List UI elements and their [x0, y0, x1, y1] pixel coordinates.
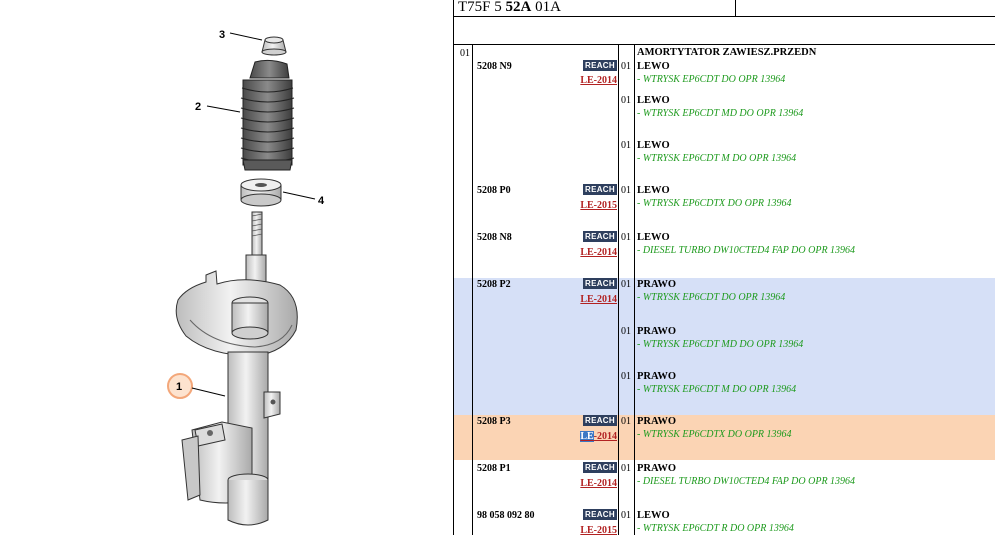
quantity: 01 [621, 371, 631, 382]
le-link[interactable]: LE-2014 [577, 75, 617, 86]
col-divider [618, 45, 619, 535]
le-link[interactable]: LE-2015 [577, 200, 617, 211]
condition-text: - WTRYSK EP6CDTX DO OPR 13964 [637, 198, 792, 209]
callout-2: 2 [195, 101, 201, 113]
le-link[interactable]: LE-2014 [577, 431, 617, 442]
side-label: PRAWO [637, 463, 677, 474]
parts-table: 01 AMORTYTATOR ZAWIESZ.PRZEDN 5208 N9 RE… [454, 45, 995, 536]
ref-bold: 52A [505, 0, 532, 15]
side-label: PRAWO [637, 416, 677, 427]
condition-text: - WTRYSK EP6CDT MD DO OPR 13964 [637, 108, 804, 119]
top-nut-part[interactable] [261, 36, 287, 56]
part-number[interactable]: 98 058 092 80 [477, 510, 535, 521]
ref-prefix: T75F 5 [458, 0, 502, 15]
quantity: 01 [621, 510, 631, 521]
condition-text: - WTRYSK EP6CDT R DO OPR 13964 [637, 523, 794, 534]
part-number[interactable]: 5208 P0 [477, 185, 511, 196]
reach-badge[interactable]: REACH [583, 462, 617, 473]
callout-leader-2 [206, 105, 241, 113]
le-link[interactable]: LE-2014 [577, 294, 617, 305]
col-divider [472, 45, 473, 535]
group-number: 01 [460, 48, 470, 59]
shock-absorber-part[interactable] [175, 211, 298, 526]
part-number[interactable]: 5208 P2 [477, 279, 511, 290]
quantity: 01 [621, 232, 631, 243]
reach-badge[interactable]: REACH [583, 509, 617, 520]
quantity: 01 [621, 463, 631, 474]
part-number[interactable]: 5208 P3 [477, 416, 511, 427]
part-number[interactable]: 5208 N8 [477, 232, 512, 243]
side-label: LEWO [637, 185, 670, 196]
le-link[interactable]: LE-2015 [577, 525, 617, 536]
side-label: PRAWO [637, 371, 677, 382]
quantity: 01 [621, 95, 631, 106]
parts-panel: T75F 5 52A 01A 01 AMORTYTATOR ZAWIESZ.PR… [453, 0, 995, 536]
side-label: LEWO [637, 140, 670, 151]
callout-1: 1 [176, 381, 182, 393]
reference-code: T75F 5 52A 01A [458, 0, 561, 16]
side-label: LEWO [637, 232, 670, 243]
quantity: 01 [621, 279, 631, 290]
le-link[interactable]: LE-2014 [577, 247, 617, 258]
parts-diagram: 3 2 4 1 [167, 29, 325, 526]
reach-badge[interactable]: REACH [583, 184, 617, 195]
condition-text: - WTRYSK EP6CDT M DO OPR 13964 [637, 384, 797, 395]
side-label: LEWO [637, 61, 670, 72]
bump-stop-part[interactable] [240, 178, 282, 207]
part-number[interactable]: 5208 P1 [477, 463, 511, 474]
ref-suffix: 01A [535, 0, 561, 15]
le-rest-text[interactable]: -2014 [594, 431, 617, 442]
col-divider [634, 45, 635, 535]
quantity: 01 [621, 416, 631, 427]
callout-leader-3 [229, 32, 263, 41]
dust-boot-part[interactable] [240, 59, 295, 171]
reach-badge[interactable]: REACH [583, 231, 617, 242]
callout-3: 3 [219, 29, 225, 41]
condition-text: - WTRYSK EP6CDT MD DO OPR 13964 [637, 339, 804, 350]
quantity: 01 [621, 185, 631, 196]
side-label: LEWO [637, 95, 670, 106]
callout-4: 4 [318, 195, 325, 207]
condition-text: - WTRYSK EP6CDTX DO OPR 13964 [637, 429, 792, 440]
le-selected-text[interactable]: LE [580, 431, 594, 442]
condition-text: - WTRYSK EP6CDT DO OPR 13964 [637, 292, 786, 303]
side-label: LEWO [637, 510, 670, 521]
side-label: PRAWO [637, 279, 677, 290]
condition-text: - DIESEL TURBO DW10CTED4 FAP DO OPR 1396… [637, 245, 856, 256]
quantity: 01 [621, 140, 631, 151]
quantity: 01 [621, 326, 631, 337]
condition-text: - DIESEL TURBO DW10CTED4 FAP DO OPR 1396… [637, 476, 856, 487]
reach-badge[interactable]: REACH [583, 415, 617, 426]
group-title: AMORTYTATOR ZAWIESZ.PRZEDN [637, 47, 817, 58]
condition-text: - WTRYSK EP6CDT DO OPR 13964 [637, 74, 786, 85]
header-divider [735, 0, 736, 16]
quantity: 01 [621, 61, 631, 72]
le-link[interactable]: LE-2014 [577, 478, 617, 489]
part-number[interactable]: 5208 N9 [477, 61, 512, 72]
callout-leader-1 [191, 387, 226, 397]
reach-badge[interactable]: REACH [583, 60, 617, 71]
reach-badge[interactable]: REACH [583, 278, 617, 289]
condition-text: - WTRYSK EP6CDT M DO OPR 13964 [637, 153, 797, 164]
reference-header: T75F 5 52A 01A [454, 0, 995, 17]
callout-leader-4 [282, 191, 316, 200]
subheader-blank [454, 17, 995, 45]
side-label: PRAWO [637, 326, 677, 337]
